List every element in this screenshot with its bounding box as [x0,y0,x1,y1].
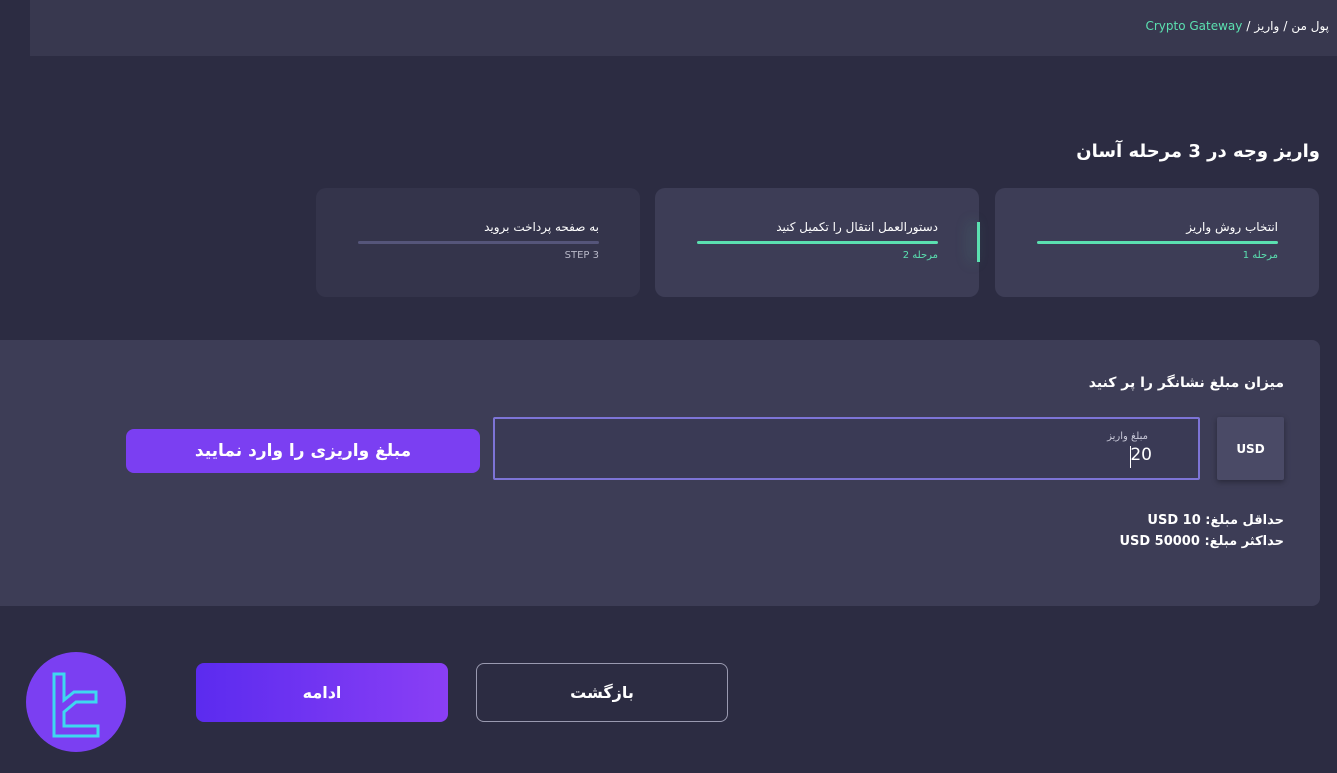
breadcrumb-current: Crypto Gateway [1145,19,1243,33]
step-card-3[interactable]: به صفحه پرداخت بروید STEP 3 [316,188,640,297]
step-progress-bar [697,241,938,244]
step-label: مرحله 1 [1242,250,1278,261]
step-title: به صفحه پرداخت بروید [484,220,599,234]
breadcrumb-item-deposit[interactable]: واریز [1254,19,1279,33]
breadcrumb: پول من/واریز/Crypto Gateway [1145,19,1329,33]
step-title: دستورالعمل انتقال را تکمیل کنید [776,220,938,234]
max-amount-label: حداکثر مبلغ: [1204,534,1284,549]
amount-limits: حداقل مبلغ: USD 10 حداکثر مبلغ: USD 5000… [1119,510,1284,552]
min-amount-label: حداقل مبلغ: [1205,513,1284,528]
amount-input-value[interactable]: 20 [1130,445,1152,465]
max-amount-value: USD 50000 [1119,534,1200,549]
top-bar: پول من/واریز/Crypto Gateway [30,0,1337,56]
back-button[interactable]: بازگشت [476,663,728,722]
enter-amount-callout: مبلغ واریزی را وارد نمایید [126,429,480,473]
step-label: مرحله 2 [902,250,938,261]
step-card-2[interactable]: دستورالعمل انتقال را تکمیل کنید مرحله 2 [655,188,979,297]
amount-panel: میزان مبلغ نشانگر را پر کنید USD مبلغ وا… [0,340,1320,606]
amount-input-label: مبلغ واریز [1107,431,1148,442]
breadcrumb-separator: / [1283,19,1288,33]
panel-title: میزان مبلغ نشانگر را پر کنید [1088,375,1284,391]
active-step-marker [977,222,980,262]
step-card-1[interactable]: انتخاب روش واریز مرحله 1 [995,188,1319,297]
continue-button[interactable]: ادامه [196,663,448,722]
page-title-number: 3 [1188,141,1201,162]
breadcrumb-separator: / [1246,19,1251,33]
currency-selector[interactable]: USD [1217,417,1284,480]
page-title-after: مرحله آسان [1076,141,1189,162]
step-title: انتخاب روش واریز [1186,220,1278,234]
breadcrumb-item-my-money[interactable]: پول من [1291,19,1329,33]
amount-input[interactable]: مبلغ واریز 20 [493,417,1200,480]
brand-logo-icon [26,652,126,752]
page-title-before: واریز وجه در [1200,141,1320,162]
brand-logo-glyph [52,672,100,738]
step-label: STEP 3 [564,250,599,261]
min-amount-value: USD 10 [1147,513,1201,528]
step-progress-bar [1037,241,1278,244]
page-title: واریز وجه در 3 مرحله آسان [1076,141,1320,162]
max-amount: حداکثر مبلغ: USD 50000 [1119,531,1284,552]
min-amount: حداقل مبلغ: USD 10 [1119,510,1284,531]
step-progress-bar [358,241,599,244]
